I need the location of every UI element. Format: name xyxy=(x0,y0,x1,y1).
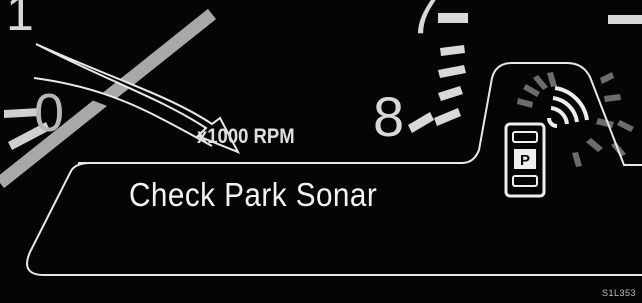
right-gauge-ticks xyxy=(408,13,642,133)
figure-code: S1L353 xyxy=(601,288,636,298)
gauge-number-7: 7 xyxy=(408,0,440,45)
rpm-unit-label: x1000 RPM xyxy=(197,125,295,148)
svg-text:P: P xyxy=(520,152,530,169)
gauge-number-0: 0 xyxy=(34,83,65,143)
gauge-number-1: 1 xyxy=(6,0,34,41)
gauge-number-8: 8 xyxy=(373,85,405,148)
instrument-cluster-display: P 1 0 7 8 x1000 RPM Check Park Sonar S1L… xyxy=(0,0,642,303)
cluster-graphics: P xyxy=(0,8,642,276)
warning-message: Check Park Sonar xyxy=(129,176,378,213)
